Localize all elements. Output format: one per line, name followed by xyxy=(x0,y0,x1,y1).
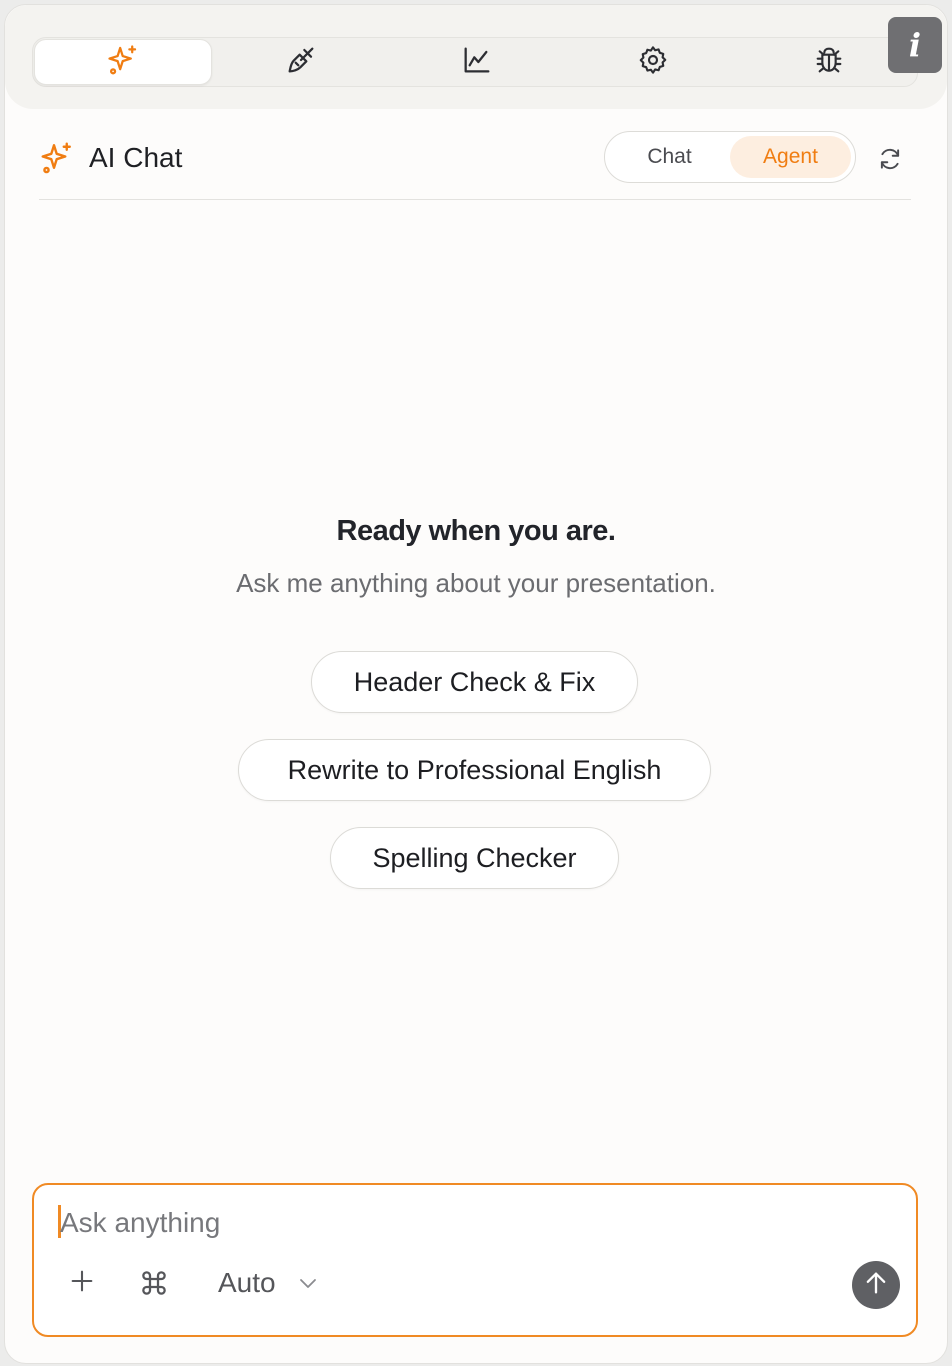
send-button[interactable] xyxy=(852,1261,900,1309)
suggestion-rewrite-button[interactable]: Rewrite to Professional English xyxy=(238,739,711,801)
mode-chat-button[interactable]: Chat xyxy=(609,136,730,178)
tab-analytics[interactable] xyxy=(389,38,565,86)
empty-state-subtitle: Ask me anything about your presentation. xyxy=(236,568,716,598)
panel-header: AI Chat Chat Agent xyxy=(39,130,911,200)
paintbrush-icon xyxy=(285,44,317,81)
ai-chat-panel: i AI Chat Chat Agent Ready when you are.… xyxy=(4,4,948,1364)
plus-icon xyxy=(68,1267,96,1300)
sparkles-icon xyxy=(39,140,75,181)
tab-format[interactable] xyxy=(213,38,389,86)
command-icon xyxy=(138,1267,170,1304)
info-button[interactable]: i xyxy=(888,17,942,73)
info-icon: i xyxy=(908,26,922,64)
arrow-up-icon xyxy=(862,1269,890,1302)
suggestion-header-check-button[interactable]: Header Check & Fix xyxy=(311,651,638,713)
mode-agent-button[interactable]: Agent xyxy=(730,136,851,178)
page-title: AI Chat xyxy=(89,142,183,173)
chat-composer: Auto xyxy=(32,1183,918,1337)
top-toolbar xyxy=(5,5,947,109)
commands-button[interactable] xyxy=(138,1267,170,1304)
tab-settings[interactable] xyxy=(565,38,741,86)
mode-toggle: Chat Agent xyxy=(604,131,856,183)
gear-icon xyxy=(637,44,669,81)
empty-state-title: Ready when you are. xyxy=(336,515,617,547)
bug-icon xyxy=(813,44,845,81)
tab-ai-chat[interactable] xyxy=(34,39,212,85)
model-select-value: Auto xyxy=(218,1267,276,1298)
sparkles-icon xyxy=(106,43,140,82)
chat-input[interactable] xyxy=(60,1203,880,1243)
suggestion-spelling-button[interactable]: Spelling Checker xyxy=(330,827,619,889)
refresh-icon[interactable] xyxy=(877,146,903,177)
toolbar-segmented-control xyxy=(32,37,918,87)
model-select[interactable]: Auto xyxy=(218,1267,320,1299)
chevron-down-icon xyxy=(296,1271,320,1295)
line-chart-icon xyxy=(461,44,493,81)
add-attachment-button[interactable] xyxy=(68,1267,96,1300)
